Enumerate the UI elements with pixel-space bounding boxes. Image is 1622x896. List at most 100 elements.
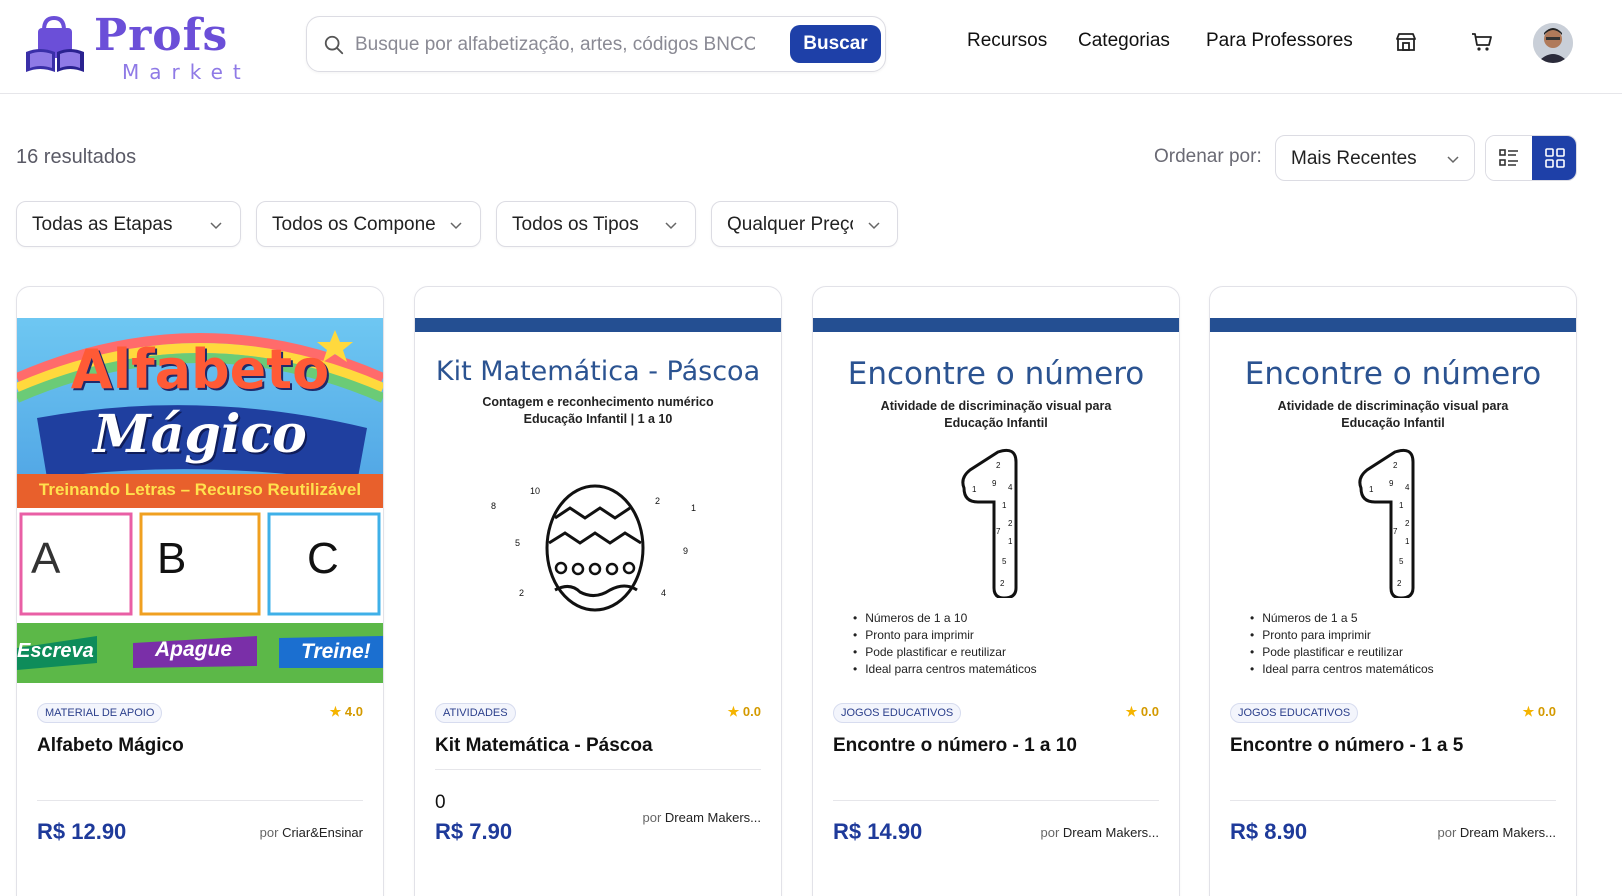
- filter-etapas[interactable]: Todas as Etapas: [16, 201, 241, 247]
- cover-button-treine: Treine!: [301, 640, 371, 663]
- product-card[interactable]: Encontre o número Atividade de discrimin…: [812, 286, 1180, 896]
- svg-text:1: 1: [972, 485, 977, 494]
- cart-icon[interactable]: [1470, 30, 1494, 54]
- filter-etapas-label: Todas as Etapas: [32, 214, 173, 235]
- search-bar: Buscar: [306, 16, 886, 72]
- order-select[interactable]: Mais Recentes: [1275, 135, 1475, 181]
- product-card[interactable]: Alfabeto Mágico Treinando Letras – Recur…: [16, 286, 384, 896]
- author[interactable]: por Criar&Ensinar: [260, 825, 363, 840]
- svg-text:9: 9: [1389, 479, 1394, 488]
- author-name: Dream Makers...: [1459, 825, 1556, 840]
- author-name: Criar&Ensinar: [282, 825, 363, 840]
- price: R$ 7.90: [435, 819, 513, 844]
- chevron-down-icon: [450, 222, 462, 230]
- bullet-item: Pode plastificar e reutilizar: [853, 644, 1037, 661]
- brand-subname: Market: [122, 60, 251, 84]
- product-thumbnail: Kit Matemática - Páscoa Contagem e recon…: [415, 318, 781, 683]
- product-title[interactable]: Encontre o número - 1 a 10: [833, 735, 1077, 757]
- rating: ★ 0.0: [1126, 704, 1159, 720]
- price: R$ 8.90: [1230, 819, 1308, 844]
- dot-label: 1: [691, 503, 697, 513]
- svg-text:2: 2: [1000, 579, 1005, 588]
- svg-text:5: 5: [1002, 557, 1007, 566]
- dot-label: 2: [655, 496, 661, 506]
- logo[interactable]: Profs Market: [24, 8, 241, 84]
- product-title[interactable]: Alfabeto Mágico: [37, 735, 184, 757]
- rating: ★ 0.0: [728, 704, 761, 720]
- price: R$ 12.90: [37, 819, 127, 844]
- star-icon: ★: [1125, 704, 1138, 719]
- nav-para-professores[interactable]: Para Professores: [1206, 30, 1353, 52]
- dot-label: 9: [683, 546, 689, 556]
- svg-text:7: 7: [1393, 527, 1398, 536]
- svg-text:1: 1: [1399, 501, 1404, 510]
- thumb-subtitle-1: Atividade de discriminação visual para: [1277, 399, 1509, 413]
- filter-tipos[interactable]: Todos os Tipos: [496, 201, 696, 247]
- svg-text:9: 9: [992, 479, 997, 488]
- thumb-bullets: Números de 1 a 10 Pronto para imprimir P…: [853, 610, 1037, 678]
- search-icon: [324, 35, 344, 55]
- avatar[interactable]: [1533, 23, 1573, 63]
- thumb-title: Encontre o número: [1244, 356, 1542, 392]
- author[interactable]: por Dream Makers...: [643, 810, 762, 825]
- store-icon[interactable]: [1394, 30, 1418, 54]
- author[interactable]: por Dream Makers...: [1041, 825, 1160, 840]
- thumb-title: Encontre o número: [847, 356, 1145, 392]
- thumb-header-bar: [813, 318, 1179, 332]
- thumb-header-bar: [1210, 318, 1576, 332]
- chevron-down-icon: [210, 222, 222, 230]
- svg-text:1: 1: [1369, 485, 1374, 494]
- grid-view-icon: [1545, 148, 1565, 168]
- filter-componentes[interactable]: Todos os Componentes: [256, 201, 481, 247]
- author-prefix: por: [259, 825, 279, 840]
- product-thumbnail: Encontre o número Atividade de discrimin…: [813, 318, 1179, 683]
- svg-text:1: 1: [1405, 537, 1410, 546]
- author-prefix: por: [1040, 825, 1060, 840]
- svg-text:2: 2: [1008, 519, 1013, 528]
- dot-label: 2: [519, 588, 525, 598]
- thumb-title: Kit Matemática - Páscoa: [435, 356, 761, 387]
- rating-value: 0.0: [1537, 704, 1556, 719]
- rating: ★ 0.0: [1523, 704, 1556, 720]
- svg-text:4: 4: [1008, 483, 1013, 492]
- svg-text:2: 2: [1405, 519, 1410, 528]
- author[interactable]: por Dream Makers...: [1438, 825, 1557, 840]
- star-icon: ★: [329, 704, 342, 719]
- dot-label: 4: [661, 588, 667, 598]
- cover-button-escreva: Escreva: [17, 640, 94, 662]
- product-card[interactable]: Kit Matemática - Páscoa Contagem e recon…: [414, 286, 782, 896]
- filter-componentes-label: Todos os Componentes: [272, 214, 436, 235]
- bullet-item: Números de 1 a 5: [1250, 610, 1434, 627]
- user-photo-icon: [1533, 23, 1573, 63]
- search-input[interactable]: [355, 27, 755, 63]
- rating-value: 4.0: [344, 704, 363, 719]
- category-badge: Jogos Educativos: [833, 703, 962, 723]
- view-toggle: [1485, 135, 1577, 181]
- bullet-item: Ideal parra centros matemáticos: [853, 661, 1036, 678]
- product-card[interactable]: Encontre o número Atividade de discrimin…: [1209, 286, 1577, 896]
- dot-label: 5: [515, 538, 521, 548]
- thumb-subtitle-1: Atividade de discriminação visual para: [880, 399, 1112, 413]
- bullet-item: Pode plastificar e reutilizar: [1250, 644, 1434, 661]
- thumb-header-bar: [415, 318, 781, 332]
- nav-recursos[interactable]: Recursos: [967, 30, 1047, 52]
- thumb-subtitle-2: Educação Infantil | 1 a 10: [523, 412, 673, 426]
- cover-letter-a: A: [31, 534, 61, 583]
- list-view-button[interactable]: [1486, 136, 1532, 180]
- svg-text:2: 2: [1397, 579, 1402, 588]
- filter-preco[interactable]: Qualquer Preço: [711, 201, 898, 247]
- search-button[interactable]: Buscar: [790, 25, 881, 63]
- product-thumbnail: Encontre o número Atividade de discrimin…: [1210, 318, 1576, 683]
- product-title[interactable]: Encontre o número - 1 a 5: [1230, 735, 1463, 757]
- grid-view-button[interactable]: [1532, 136, 1576, 180]
- bullet-item: Pronto para imprimir: [1250, 627, 1434, 644]
- chevron-down-icon: [665, 222, 677, 230]
- category-badge: Jogos Educativos: [1230, 703, 1359, 723]
- nav-categorias[interactable]: Categorias: [1078, 30, 1170, 52]
- cover-title-line2: Mágico: [93, 404, 307, 465]
- svg-text:2: 2: [996, 461, 1001, 470]
- chevron-down-icon: [868, 222, 880, 230]
- cover-button-apague: Apague: [155, 638, 233, 661]
- filter-tipos-label: Todos os Tipos: [512, 214, 639, 235]
- product-title[interactable]: Kit Matemática - Páscoa: [435, 735, 653, 757]
